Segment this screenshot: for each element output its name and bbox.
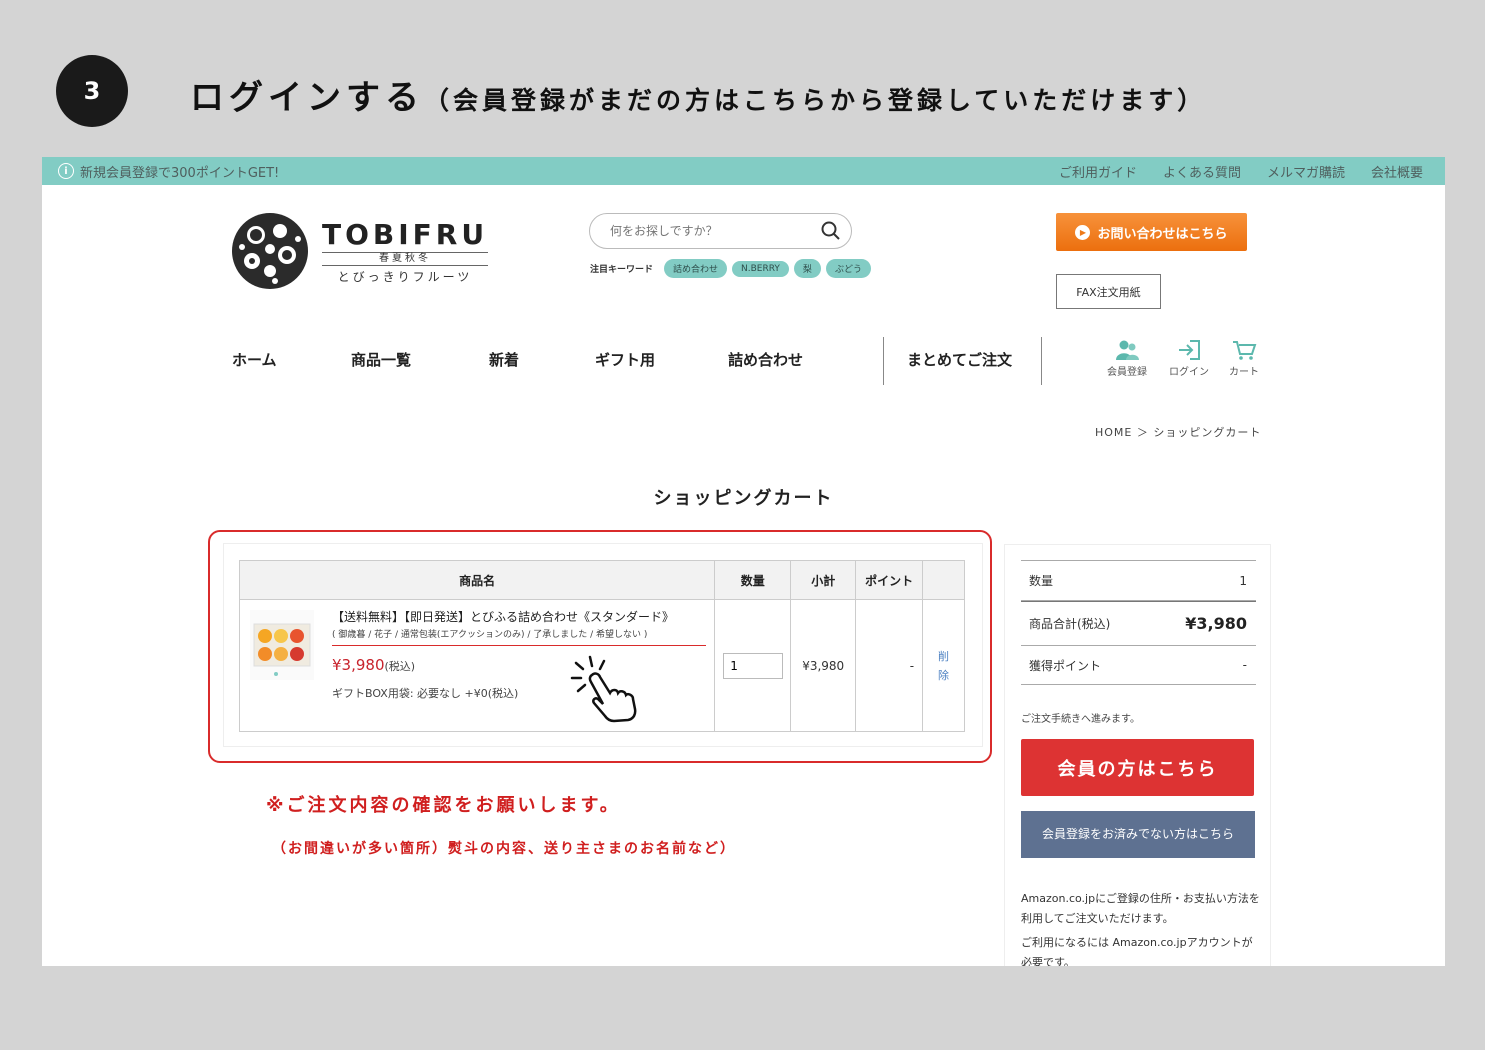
member-icon xyxy=(1116,340,1139,360)
fax-order-button[interactable]: FAX注文用紙 xyxy=(1056,274,1161,309)
link-company[interactable]: 会社概要 xyxy=(1371,162,1423,181)
main-nav: ホーム 商品一覧 新着 ギフト用 詰め合わせ まとめてご注文 会員登録 ログイン xyxy=(42,337,1445,385)
keyword-tag[interactable]: 詰め合わせ xyxy=(664,259,728,278)
guest-checkout-button[interactable]: 会員登録をお済みでない方はこちら xyxy=(1021,811,1255,858)
keywords-label: 注目キーワード xyxy=(590,265,654,275)
site-screenshot: i 新規会員登録で300ポイントGET! ご利用ガイド よくある質問 メルマガ購… xyxy=(42,157,1445,966)
nav-cart[interactable]: カート xyxy=(1217,339,1271,378)
nav-divider xyxy=(1041,337,1042,385)
login-icon xyxy=(1179,340,1200,360)
top-links: ご利用ガイド よくある質問 メルマガ購読 会社概要 xyxy=(1059,162,1423,181)
step-number-badge: 3 xyxy=(56,55,128,127)
campaign-notice[interactable]: 新規会員登録で300ポイントGET! xyxy=(80,162,279,181)
search-input[interactable] xyxy=(610,224,821,238)
keyword-tag[interactable]: N.BERRY xyxy=(732,260,789,277)
step-subtitle: （会員登録がまだの方はこちらから登録していただけます） xyxy=(424,86,1207,115)
summary-quantity-row: 数量 1 xyxy=(1021,560,1256,601)
summary-total-row: 商品合計(税込) ¥3,980 xyxy=(1021,601,1256,646)
summary-total-value: ¥3,980 xyxy=(1185,614,1247,633)
member-login-button[interactable]: 会員の方はこちら xyxy=(1021,739,1254,796)
site-logo[interactable]: TOBIFRU 春夏秋冬 とびっきりフルーツ xyxy=(230,211,489,291)
summary-quantity-value: 1 xyxy=(1239,573,1247,588)
confirm-note-detail: （お間違いが多い箇所）熨斗の内容、送り主さまのお名前など） xyxy=(272,841,736,857)
featured-keywords: 注目キーワード 詰め合わせ N.BERRY 梨 ぶどう xyxy=(590,259,871,278)
link-faq[interactable]: よくある質問 xyxy=(1163,162,1241,181)
keyword-tag[interactable]: 梨 xyxy=(793,259,821,278)
logo-tagline: とびっきりフルーツ xyxy=(337,269,473,284)
highlight-frame xyxy=(208,530,992,763)
nav-login[interactable]: ログイン xyxy=(1162,339,1216,378)
summary-points-row: 獲得ポイント - xyxy=(1021,646,1256,685)
page-title: ショッピングカート xyxy=(653,488,834,509)
nav-member-register[interactable]: 会員登録 xyxy=(1100,339,1154,378)
nav-divider xyxy=(883,337,884,385)
step-title: ログインする（会員登録がまだの方はこちらから登録していただけます） xyxy=(190,78,1207,118)
nav-gift[interactable]: ギフト用 xyxy=(595,349,655,370)
nav-assortment[interactable]: 詰め合わせ xyxy=(728,349,803,370)
play-icon: ▶ xyxy=(1075,224,1091,240)
link-guide[interactable]: ご利用ガイド xyxy=(1059,162,1137,181)
top-notice-bar: i 新規会員登録で300ポイントGET! ご利用ガイド よくある質問 メルマガ購… xyxy=(42,157,1445,185)
link-newsletter[interactable]: メルマガ購読 xyxy=(1267,162,1345,181)
search-box[interactable] xyxy=(589,213,852,249)
breadcrumb[interactable]: HOME ＞ ショッピングカート xyxy=(1095,424,1261,440)
proceed-note: ご注文手続きへ進みます。 xyxy=(1021,714,1140,725)
logo-text: TOBIFRU xyxy=(322,217,489,251)
cart-icon xyxy=(1233,341,1257,360)
nav-bulk-order[interactable]: まとめてご注文 xyxy=(907,349,1012,370)
search-icon[interactable] xyxy=(821,221,841,241)
logo-season: 春夏秋冬 xyxy=(322,251,489,266)
nav-home[interactable]: ホーム xyxy=(232,349,277,370)
order-summary: 数量 1 商品合計(税込) ¥3,980 獲得ポイント - ご注文手続きへ進みま… xyxy=(1004,544,1271,966)
fruit-logo-icon xyxy=(232,213,308,289)
contact-button[interactable]: ▶ お問い合わせはこちら xyxy=(1056,213,1247,251)
confirm-note: ※ご注文内容の確認をお願いします。 xyxy=(266,795,621,816)
info-icon: i xyxy=(58,163,74,179)
nav-new[interactable]: 新着 xyxy=(489,349,519,370)
amazon-pay-info: Amazon.co.jpにご登録の住所・お支払い方法を利用してご注文いただけます… xyxy=(1021,892,1260,966)
keyword-tag[interactable]: ぶどう xyxy=(825,259,871,278)
summary-points-value: - xyxy=(1242,658,1247,672)
nav-products[interactable]: 商品一覧 xyxy=(351,349,411,370)
